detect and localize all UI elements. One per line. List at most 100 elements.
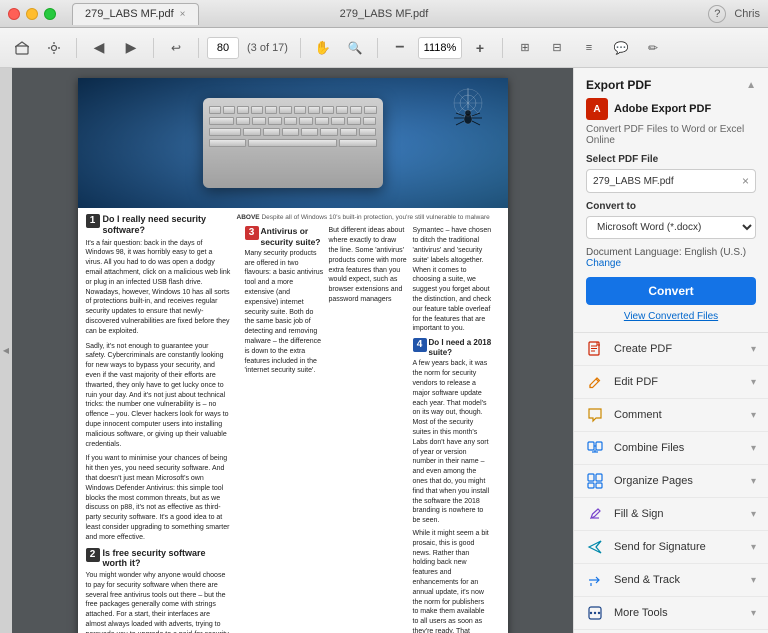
- section3-title: Antivirus or security suite?: [261, 226, 324, 246]
- two-page-button[interactable]: ⊟: [543, 34, 571, 62]
- section3-num: 3: [245, 226, 259, 240]
- caption-bold: ABOVE: [237, 214, 260, 221]
- pdf-main-content: 1 Do I really need security software? It…: [78, 208, 508, 633]
- comment-button[interactable]: 💬: [607, 34, 635, 62]
- hand-tool[interactable]: ✋: [309, 34, 337, 62]
- help-icon[interactable]: ?: [708, 5, 726, 23]
- send-signature-icon: [586, 538, 604, 556]
- tab-close-button[interactable]: ×: [180, 9, 186, 20]
- selected-filename: 279_LABS MF.pdf: [593, 176, 674, 187]
- separator1: [76, 38, 77, 58]
- page-total: (3 of 17): [247, 42, 288, 54]
- three-col-3: Symantec – have chosen to ditch the trad…: [413, 226, 492, 633]
- adobe-icon: A: [586, 98, 608, 120]
- more-tools-item[interactable]: More Tools ▾: [574, 597, 768, 630]
- scroll-mode-button[interactable]: ≡: [575, 34, 603, 62]
- create-pdf-arrow: ▾: [751, 344, 756, 355]
- fill-sign-label: Fill & Sign: [614, 508, 741, 520]
- separator6: [502, 38, 503, 58]
- pdf-viewer[interactable]: 1 Do I really need security software? It…: [12, 68, 573, 633]
- combine-files-label: Combine Files: [614, 442, 741, 454]
- marquee-zoom[interactable]: 🔍: [341, 34, 369, 62]
- separator2: [153, 38, 154, 58]
- section2-title: Is free security software worth it?: [103, 548, 231, 570]
- send-signature-item[interactable]: Send for Signature ▾: [574, 531, 768, 564]
- left-panel-toggle[interactable]: ◀: [0, 68, 12, 633]
- main-area: ◀: [0, 68, 768, 633]
- convert-format-select[interactable]: Microsoft Word (*.docx): [586, 216, 756, 239]
- fullscreen-button[interactable]: [44, 8, 56, 20]
- pdf-right-col: ABOVE Despite all of Windows 10's built-…: [237, 214, 500, 633]
- pdf-hero-image: [78, 78, 508, 208]
- section3-body: Many security products are offered in tw…: [245, 249, 324, 376]
- organize-pages-arrow: ▾: [751, 476, 756, 487]
- section1-body3: If you want to minimise your chances of …: [86, 454, 231, 542]
- fill-sign-item[interactable]: Fill & Sign ▾: [574, 498, 768, 531]
- section1-body2: Sadly, it's not enough to guarantee your…: [86, 342, 231, 450]
- section2-body: You might wonder why anyone would choose…: [86, 571, 231, 633]
- section4-body: A few years back, it was the norm for se…: [413, 359, 492, 526]
- send-track-icon: [586, 571, 604, 589]
- organize-pages-item[interactable]: Organize Pages ▾: [574, 465, 768, 498]
- send-signature-label: Send for Signature: [614, 541, 741, 553]
- page-input[interactable]: [207, 37, 239, 59]
- edit-pdf-arrow: ▾: [751, 377, 756, 388]
- section4-num: 4: [413, 338, 427, 352]
- fit-page-button[interactable]: ⊞: [511, 34, 539, 62]
- clear-file-button[interactable]: ×: [742, 174, 749, 188]
- create-pdf-item[interactable]: Create PDF ▾: [574, 333, 768, 366]
- export-pdf-header: Export PDF ▲: [586, 78, 756, 92]
- combine-files-arrow: ▾: [751, 443, 756, 454]
- titlebar-right: ? Chris: [708, 5, 760, 23]
- toolbar: ◀ ▶ ↩ (3 of 17) ✋ 🔍 − + ⊞ ⊟ ≡ 💬 ✏: [0, 28, 768, 68]
- user-name[interactable]: Chris: [734, 8, 760, 20]
- symantec-text: Symantec – have chosen to ditch the trad…: [413, 226, 492, 334]
- separator4: [300, 38, 301, 58]
- more-tools-label: More Tools: [614, 607, 741, 619]
- edit-pdf-item[interactable]: Edit PDF ▾: [574, 366, 768, 399]
- send-track-arrow: ▾: [751, 575, 756, 586]
- pdf-left-col: 1 Do I really need security software? It…: [86, 214, 231, 633]
- view-converted-link[interactable]: View Converted Files: [586, 311, 756, 322]
- doc-language: Document Language: English (U.S.) Change: [586, 247, 756, 269]
- change-language-link[interactable]: Change: [586, 258, 621, 269]
- pdf-tab[interactable]: 279_LABS MF.pdf ×: [72, 3, 199, 25]
- forward-button[interactable]: ▶: [117, 34, 145, 62]
- organize-pages-label: Organize Pages: [614, 475, 741, 487]
- section1-title: Do I really need security software?: [103, 214, 231, 236]
- rotate-button[interactable]: ↩: [162, 34, 190, 62]
- edit-pdf-icon: [586, 373, 604, 391]
- fill-sign-arrow: ▾: [751, 509, 756, 520]
- convert-button[interactable]: Convert: [586, 277, 756, 305]
- send-track-label: Send & Track: [614, 574, 741, 586]
- zoom-out-button[interactable]: −: [386, 34, 414, 62]
- combine-files-item[interactable]: Combine Files ▾: [574, 432, 768, 465]
- three-col-1: 3 Antivirus or security suite? Many secu…: [245, 226, 324, 633]
- close-button[interactable]: [8, 8, 20, 20]
- pen-button[interactable]: ✏: [639, 34, 667, 62]
- tools-button[interactable]: [40, 34, 68, 62]
- caption-text: Despite all of Windows 10's built-in pro…: [261, 214, 489, 221]
- comment-item[interactable]: Comment ▾: [574, 399, 768, 432]
- tab-label: 279_LABS MF.pdf: [85, 8, 174, 20]
- zoom-input[interactable]: [418, 37, 462, 59]
- send-track-item[interactable]: Send & Track ▾: [574, 564, 768, 597]
- doc-language-label: Document Language:: [586, 247, 682, 258]
- more-tools-arrow: ▾: [751, 608, 756, 619]
- comment-arrow: ▾: [751, 410, 756, 421]
- organize-pages-icon: [586, 472, 604, 490]
- window-title: 279_LABS MF.pdf: [340, 8, 429, 20]
- create-pdf-label: Create PDF: [614, 343, 741, 355]
- section2-num: 2: [86, 548, 100, 562]
- home-button[interactable]: [8, 34, 36, 62]
- file-select-box[interactable]: 279_LABS MF.pdf ×: [586, 169, 756, 193]
- minimize-button[interactable]: [26, 8, 38, 20]
- back-button[interactable]: ◀: [85, 34, 113, 62]
- fill-sign-icon: [586, 505, 604, 523]
- section3-col2-body: But different ideas about where exactly …: [329, 226, 408, 304]
- convert-to-label: Convert to: [586, 201, 756, 212]
- expand-icon[interactable]: ▲: [746, 80, 756, 91]
- combine-files-icon: [586, 439, 604, 457]
- export-pdf-title: Export PDF: [586, 78, 651, 92]
- zoom-in-button[interactable]: +: [466, 34, 494, 62]
